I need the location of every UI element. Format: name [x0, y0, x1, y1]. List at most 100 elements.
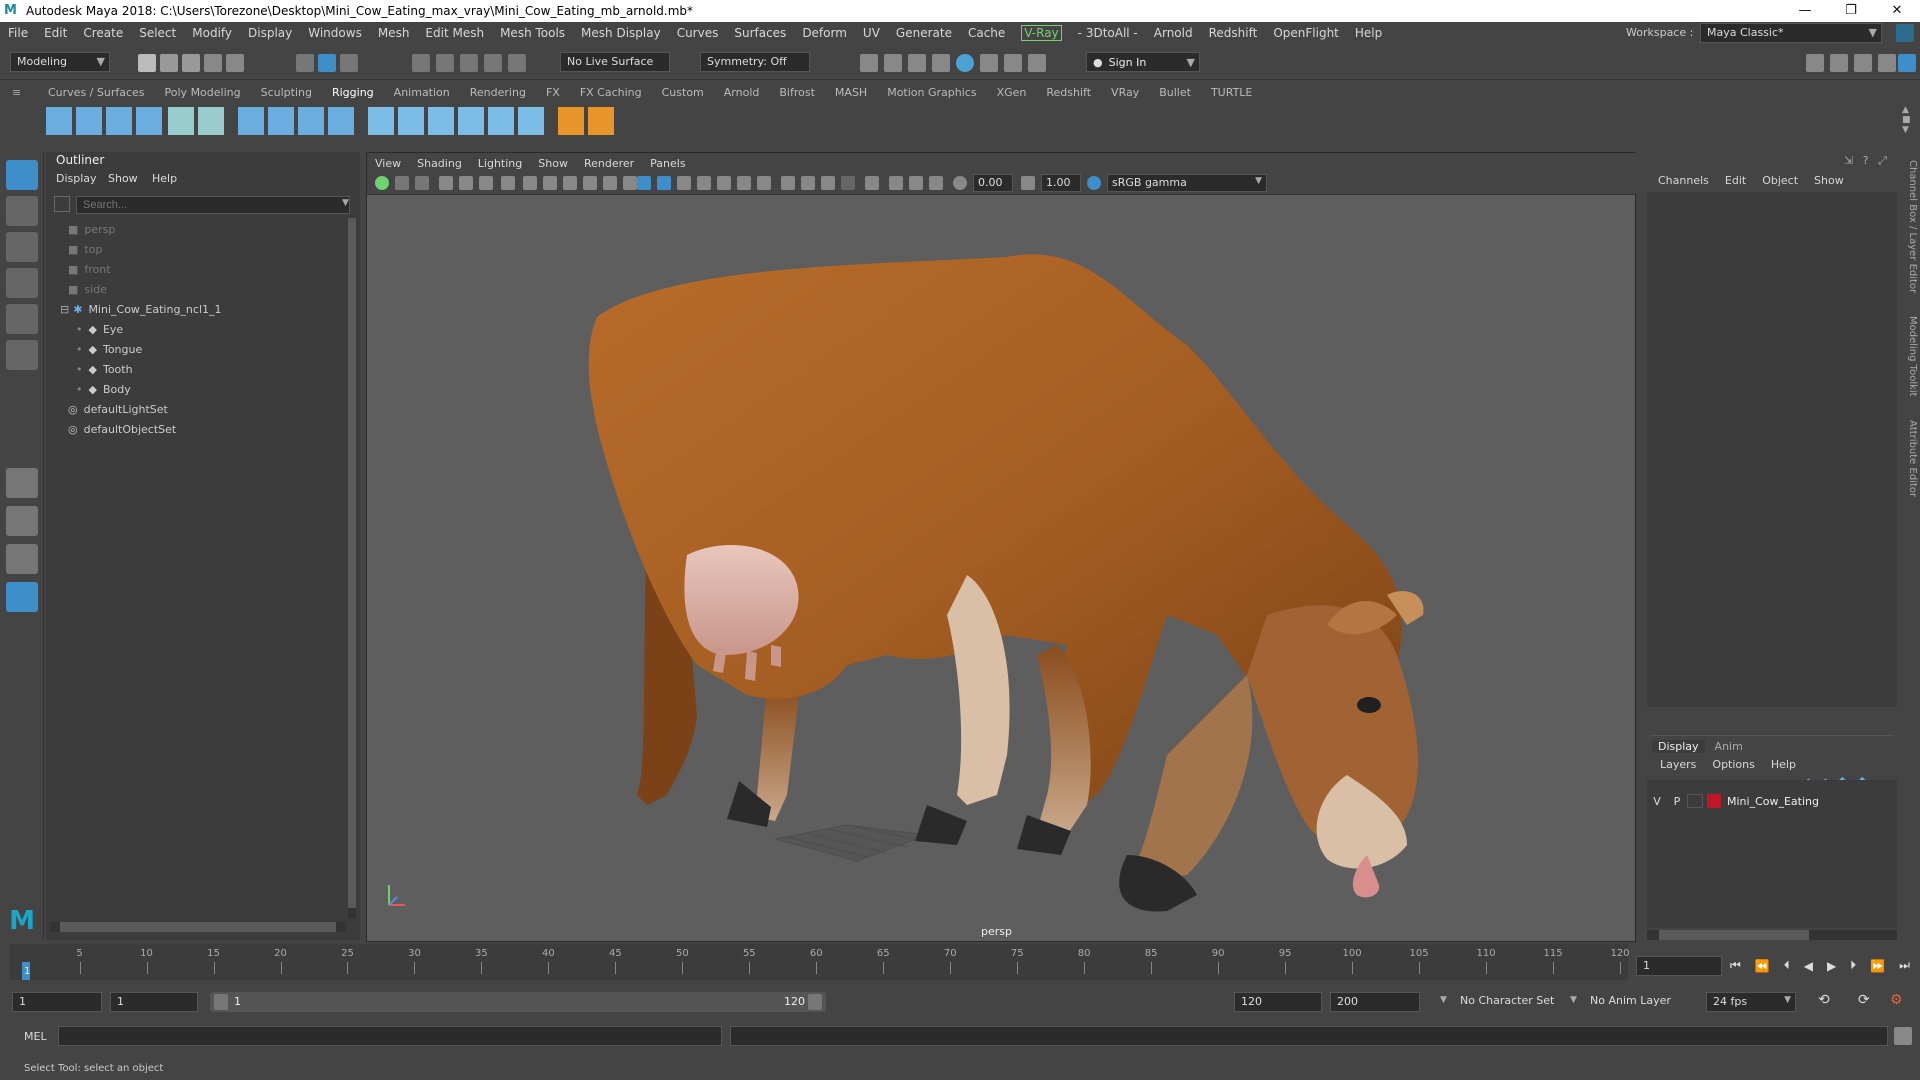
shelf-tab-vray[interactable]: VRay — [1101, 86, 1149, 99]
help-icon[interactable]: ? — [1863, 154, 1869, 167]
move-tool-icon[interactable] — [6, 268, 38, 298]
menu-surfaces[interactable]: Surfaces — [726, 26, 794, 40]
layer-color-swatch[interactable] — [1707, 794, 1721, 808]
single-layout-icon[interactable] — [6, 468, 38, 498]
shelf-tab-bifrost[interactable]: Bifrost — [769, 86, 825, 99]
menu-mesh-display[interactable]: Mesh Display — [573, 26, 669, 40]
outliner-item-side[interactable]: ■ side — [68, 280, 107, 298]
viewport-persp[interactable]: View Shading Lighting Show Renderer Panels 0.… — [366, 152, 1637, 942]
shelf-tab-rendering[interactable]: Rendering — [460, 86, 536, 99]
xray-joints-icon[interactable] — [909, 176, 923, 190]
workspace-dropdown[interactable]: Maya Classic* ▼ — [1700, 23, 1882, 43]
outliner-item-persp[interactable]: ■ persp — [68, 220, 115, 238]
layer-visibility-toggle[interactable]: V — [1647, 795, 1667, 808]
float-icon[interactable]: ⤢ — [1878, 154, 1887, 167]
close-button[interactable]: ✕ — [1874, 0, 1920, 22]
chevron-down-icon[interactable]: ▼ — [1440, 995, 1447, 1005]
snap-curve-icon[interactable] — [436, 54, 454, 72]
render-setup-icon[interactable] — [980, 54, 998, 72]
time-ruler[interactable]: 1 5 10 15 20 25 30 35 40 45 50 55 60 65 70 75 80 85 90 95 1… — [10, 944, 1630, 980]
lock-icon[interactable] — [1896, 24, 1914, 42]
play-forward-icon[interactable]: ▶ — [1827, 959, 1836, 973]
ik-spline-icon[interactable] — [106, 107, 132, 135]
outliner-menu-show[interactable]: Show — [108, 172, 138, 185]
viewport-menu-shading[interactable]: Shading — [409, 157, 470, 170]
menu-windows[interactable]: Windows — [300, 26, 370, 40]
gamma-field[interactable]: 1.00 — [1041, 174, 1081, 192]
four-view-layout-icon[interactable] — [6, 506, 38, 536]
bookmarks-icon[interactable] — [415, 176, 429, 190]
shelf-tab-custom[interactable]: Custom — [652, 86, 714, 99]
chevron-down-icon[interactable]: ▼ — [1570, 995, 1577, 1005]
scale-constraint-icon[interactable] — [458, 107, 484, 135]
step-back-key-icon[interactable]: ⏪ — [1755, 959, 1770, 973]
tab-modeling-toolkit[interactable]: Modeling Toolkit — [1907, 316, 1918, 397]
lattice-icon[interactable] — [298, 107, 324, 135]
view-transform-dropdown[interactable]: sRGB gamma ▼ — [1107, 174, 1267, 192]
shelf-tab-xgen[interactable]: XGen — [987, 86, 1037, 99]
layer-display-type[interactable] — [1687, 794, 1703, 808]
camera-attributes-icon[interactable] — [395, 176, 409, 190]
menu-3dtoall[interactable]: - 3DtoAll - — [1070, 26, 1146, 40]
chevron-down-icon[interactable]: ▼ — [342, 198, 349, 208]
layer-name[interactable]: Mini_Cow_Eating — [1727, 795, 1819, 808]
shelf-tab-motion-graphics[interactable]: Motion Graphics — [877, 86, 986, 99]
menu-create[interactable]: Create — [75, 26, 131, 40]
render-settings-icon[interactable] — [932, 54, 950, 72]
gamma-icon[interactable] — [1021, 176, 1035, 190]
viewport-menu-renderer[interactable]: Renderer — [576, 157, 642, 170]
script-editor-icon[interactable] — [1894, 1027, 1912, 1045]
paint-weights-icon[interactable] — [268, 107, 294, 135]
use-all-lights-icon[interactable] — [737, 176, 751, 190]
layer-menu-help[interactable]: Help — [1763, 758, 1804, 771]
render-view-icon[interactable] — [860, 54, 878, 72]
symmetry-dropdown[interactable]: Symmetry: Off — [700, 52, 810, 72]
layer-row[interactable]: V P Mini_Cow_Eating — [1647, 792, 1897, 810]
parent-icon[interactable] — [588, 107, 614, 135]
shelf-tab-arnold[interactable]: Arnold — [714, 86, 770, 99]
minimize-button[interactable]: — — [1782, 0, 1828, 22]
save-scene-icon[interactable] — [182, 54, 200, 72]
tab-channel-box-layer-editor[interactable]: Channel Box / Layer Editor — [1907, 160, 1918, 293]
sign-in-button[interactable]: ● Sign In ▼ — [1086, 52, 1200, 72]
outliner-item-front[interactable]: ■ front — [68, 260, 111, 278]
dock-icon[interactable]: ⇲ — [1844, 154, 1853, 167]
ik-solver-icon[interactable] — [136, 107, 162, 135]
grid-toggle-icon[interactable] — [501, 176, 515, 190]
outliner-item-eye[interactable]: • ◆ Eye — [76, 320, 123, 338]
cluster-icon[interactable] — [328, 107, 354, 135]
anim-layer-label[interactable]: No Anim Layer — [1590, 994, 1671, 1007]
quick-rig-icon[interactable] — [198, 107, 224, 135]
shelf-tab-poly-modeling[interactable]: Poly Modeling — [155, 86, 251, 99]
outliner-layout-icon[interactable] — [6, 582, 38, 612]
menu-generate[interactable]: Generate — [888, 26, 960, 40]
outliner-item-tongue[interactable]: • ◆ Tongue — [76, 340, 142, 358]
new-scene-icon[interactable] — [138, 54, 156, 72]
shelf-tab-bullet[interactable]: Bullet — [1149, 86, 1201, 99]
step-back-frame-icon[interactable]: ⏴ — [1784, 958, 1790, 973]
safe-title-icon[interactable] — [623, 176, 637, 190]
humanik-icon[interactable] — [168, 107, 194, 135]
channel-box-icon[interactable] — [1878, 54, 1896, 72]
layer-playback-toggle[interactable]: P — [1667, 795, 1687, 808]
menu-edit-mesh[interactable]: Edit Mesh — [417, 26, 492, 40]
shelf-tab-rigging[interactable]: Rigging — [322, 86, 384, 99]
motion-blur-icon[interactable] — [801, 176, 815, 190]
outliner-horizontal-scrollbar[interactable] — [50, 922, 346, 932]
snap-live-icon[interactable] — [508, 54, 526, 72]
menu-arnold[interactable]: Arnold — [1146, 26, 1201, 40]
ik-handle-icon[interactable] — [76, 107, 102, 135]
menuset-dropdown[interactable]: Modeling ▼ — [10, 52, 110, 72]
command-input[interactable] — [58, 1026, 722, 1046]
outliner-item-mini-cow-eating-ncl1-1[interactable]: ⊟ ✱ Mini_Cow_Eating_ncl1_1 — [60, 300, 222, 318]
playback-start-field[interactable]: 1 — [110, 992, 198, 1012]
time-slider[interactable]: 1 5 10 15 20 25 30 35 40 45 50 55 60 65 70 75 80 85 90 95 1… — [0, 944, 1920, 984]
resolution-gate-icon[interactable] — [543, 176, 557, 190]
smooth-shade-icon[interactable] — [657, 176, 671, 190]
shelf-tab-fx-caching[interactable]: FX Caching — [570, 86, 652, 99]
menu-mesh-tools[interactable]: Mesh Tools — [492, 26, 573, 40]
textured-icon[interactable] — [717, 176, 731, 190]
orient-constraint-icon[interactable] — [428, 107, 454, 135]
layer-horizontal-scrollbar[interactable] — [1647, 930, 1897, 940]
menu-curves[interactable]: Curves — [669, 26, 727, 40]
